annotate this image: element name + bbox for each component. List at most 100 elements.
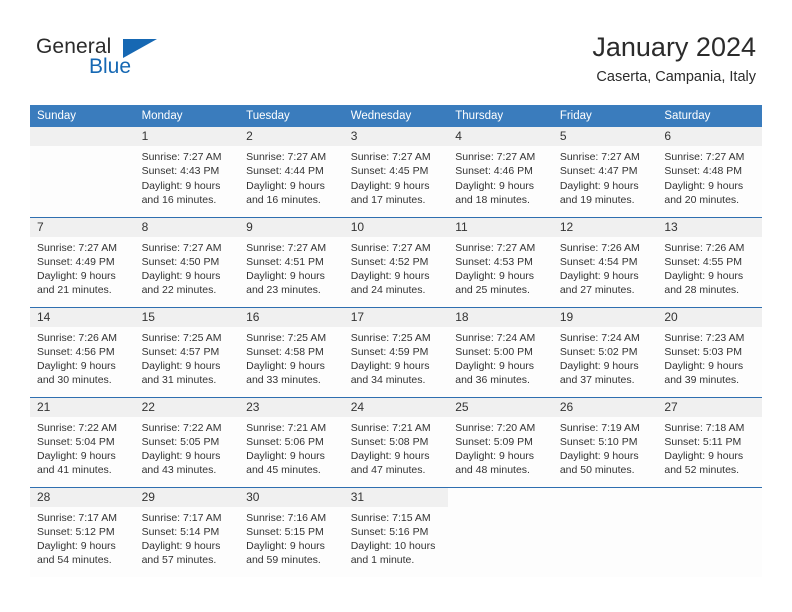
calendar-week-row: 7 Sunrise: 7:27 AM Sunset: 4:49 PM Daylight… [30, 216, 762, 307]
day-info: Sunrise: 7:27 AM Sunset: 4:47 PM Daylight:… [553, 146, 658, 207]
calendar-day-cell[interactable]: 25 Sunrise: 7:20 AM Sunset: 5:09 PM Dayligh… [448, 396, 553, 487]
calendar-day-cell[interactable]: 16 Sunrise: 7:25 AM Sunset: 4:58 PM Dayligh… [239, 306, 344, 397]
day-info: Sunrise: 7:24 AM Sunset: 5:00 PM Daylight:… [448, 327, 553, 388]
day-info-sunset: Sunset: 5:14 PM [141, 525, 220, 538]
day-info-daylight1: Daylight: 10 hours [350, 540, 436, 553]
calendar-day-cell[interactable]: 13 Sunrise: 7:26 AM Sunset: 4:55 PM Dayligh… [657, 216, 762, 307]
calendar-day-cell[interactable]: 17 Sunrise: 7:25 AM Sunset: 4:59 PM Dayligh… [343, 306, 449, 397]
calendar-day-cell[interactable]: 23 Sunrise: 7:21 AM Sunset: 5:06 PM Dayligh… [239, 396, 344, 487]
calendar-day-cell[interactable]: 31 Sunrise: 7:15 AM Sunset: 5:16 PM Dayligh… [343, 486, 449, 577]
calendar-day-cell[interactable]: 28 Sunrise: 7:17 AM Sunset: 5:12 PM Dayligh… [30, 486, 135, 577]
title-block: January 2024 Caserta, Campania, Italy [592, 30, 756, 87]
calendar-day-cell[interactable]: 21 Sunrise: 7:22 AM Sunset: 5:04 PM Dayligh… [30, 396, 135, 487]
calendar-day-cell[interactable]: 14 Sunrise: 7:26 AM Sunset: 4:56 PM Dayligh… [30, 306, 135, 397]
day-info-sunrise: Sunrise: 7:19 AM [559, 421, 640, 434]
day-number: 10 [343, 217, 449, 237]
day-info: Sunrise: 7:27 AM Sunset: 4:48 PM Daylight:… [657, 146, 762, 207]
general-blue-logo[interactable]: General Blue [36, 36, 157, 82]
day-info: Sunrise: 7:22 AM Sunset: 5:05 PM Daylight:… [135, 417, 240, 478]
day-info: Sunrise: 7:27 AM Sunset: 4:50 PM Daylight:… [135, 237, 240, 298]
day-info-daylight2: and 59 minutes. [246, 554, 321, 567]
day-info-sunrise: Sunrise: 7:17 AM [141, 511, 222, 524]
calendar-grid-container: Sunday Monday Tuesday Wednesday Thursday Frid… [30, 105, 762, 577]
calendar-day-cell[interactable]: 8 Sunrise: 7:27 AM Sunset: 4:50 PM Daylight… [134, 216, 240, 307]
calendar-day-cell[interactable]: 19 Sunrise: 7:24 AM Sunset: 5:02 PM Dayligh… [552, 306, 658, 397]
calendar-day-cell[interactable]: 10 Sunrise: 7:27 AM Sunset: 4:52 PM Dayligh… [343, 216, 449, 307]
day-info-daylight1: Daylight: 9 hours [664, 179, 744, 192]
day-number: 29 [134, 487, 240, 507]
day-info-sunrise: Sunrise: 7:27 AM [350, 151, 431, 163]
day-info-daylight2: and 28 minutes. [664, 284, 740, 297]
day-info-daylight2: and 1 minute. [350, 554, 415, 567]
day-number: 24 [343, 397, 449, 417]
day-info-daylight1: Daylight: 9 hours [455, 360, 535, 373]
day-info-sunset: Sunset: 4:49 PM [37, 255, 115, 268]
calendar-day-cell[interactable]: 12 Sunrise: 7:26 AM Sunset: 4:54 PM Dayligh… [552, 216, 658, 307]
calendar-day-cell[interactable]: 4 Sunrise: 7:27 AM Sunset: 4:46 PM Daylight… [448, 127, 553, 217]
day-info-daylight1: Daylight: 9 hours [246, 270, 325, 283]
calendar-day-cell[interactable]: 20 Sunrise: 7:23 AM Sunset: 5:03 PM Dayligh… [657, 306, 762, 397]
day-info-daylight1: Daylight: 9 hours [141, 450, 221, 463]
day-info-daylight1: Daylight: 9 hours [350, 179, 430, 192]
day-info-daylight2: and 17 minutes. [350, 193, 426, 206]
day-info-sunset: Sunset: 4:44 PM [246, 165, 324, 178]
page-header: General Blue January 2024 Caserta, Campa… [0, 0, 792, 85]
day-info-daylight1: Daylight: 9 hours [350, 270, 430, 283]
day-info-sunset: Sunset: 4:52 PM [350, 255, 429, 268]
calendar-day-cell[interactable]: 26 Sunrise: 7:19 AM Sunset: 5:10 PM Dayligh… [552, 396, 658, 487]
weekday-header-saturday: Saturday [657, 105, 762, 127]
day-info-sunset: Sunset: 4:47 PM [559, 165, 638, 178]
day-info-sunrise: Sunrise: 7:23 AM [664, 331, 745, 344]
calendar-cell-empty [448, 486, 553, 577]
calendar-day-cell[interactable]: 3 Sunrise: 7:27 AM Sunset: 4:45 PM Daylight… [343, 127, 449, 217]
calendar-day-cell[interactable]: 11 Sunrise: 7:27 AM Sunset: 4:53 PM Dayligh… [448, 216, 553, 307]
day-info-sunrise: Sunrise: 7:22 AM [141, 421, 222, 434]
day-info-sunrise: Sunrise: 7:27 AM [141, 151, 222, 163]
day-number: 3 [343, 127, 449, 146]
calendar-day-cell[interactable]: 7 Sunrise: 7:27 AM Sunset: 4:49 PM Daylight… [30, 216, 135, 307]
day-info-sunrise: Sunrise: 7:16 AM [246, 511, 327, 524]
day-number: 31 [343, 487, 449, 507]
day-info-daylight1: Daylight: 9 hours [141, 179, 221, 192]
day-info-daylight1: Daylight: 9 hours [559, 450, 639, 463]
day-info-sunset: Sunset: 4:45 PM [350, 165, 429, 178]
calendar-day-cell[interactable]: 29 Sunrise: 7:17 AM Sunset: 5:14 PM Dayligh… [134, 486, 240, 577]
day-number: 19 [552, 307, 658, 327]
calendar-day-cell[interactable]: 6 Sunrise: 7:27 AM Sunset: 4:48 PM Daylight… [657, 127, 762, 217]
day-info: Sunrise: 7:16 AM Sunset: 5:15 PM Daylight:… [239, 507, 344, 568]
day-info-daylight1: Daylight: 9 hours [559, 360, 639, 373]
day-info-sunrise: Sunrise: 7:25 AM [350, 331, 431, 344]
day-number: 28 [30, 487, 135, 507]
day-info-daylight1: Daylight: 9 hours [559, 179, 639, 192]
day-info: Sunrise: 7:27 AM Sunset: 4:53 PM Daylight:… [448, 237, 553, 298]
calendar-day-cell[interactable]: 2 Sunrise: 7:27 AM Sunset: 4:44 PM Daylight… [239, 127, 344, 217]
day-info-sunset: Sunset: 5:04 PM [37, 435, 115, 448]
calendar-week-row: 14 Sunrise: 7:26 AM Sunset: 4:56 PM Dayligh… [30, 306, 762, 397]
calendar-day-cell[interactable]: 18 Sunrise: 7:24 AM Sunset: 5:00 PM Dayligh… [448, 306, 553, 397]
calendar-day-cell[interactable]: 24 Sunrise: 7:21 AM Sunset: 5:08 PM Dayligh… [343, 396, 449, 487]
day-info-daylight2: and 22 minutes. [141, 284, 217, 297]
day-info-sunset: Sunset: 5:15 PM [246, 525, 324, 538]
calendar-day-cell[interactable]: 5 Sunrise: 7:27 AM Sunset: 4:47 PM Daylight… [552, 127, 658, 217]
day-info-daylight2: and 16 minutes. [246, 193, 321, 206]
calendar-day-cell[interactable]: 22 Sunrise: 7:22 AM Sunset: 5:05 PM Dayligh… [134, 396, 240, 487]
day-info-daylight1: Daylight: 9 hours [141, 270, 221, 283]
day-info-sunrise: Sunrise: 7:27 AM [664, 151, 745, 163]
day-info-daylight2: and 47 minutes. [350, 464, 426, 477]
day-info-daylight2: and 36 minutes. [455, 374, 530, 387]
day-info-daylight1: Daylight: 9 hours [455, 179, 535, 192]
day-info-daylight1: Daylight: 9 hours [559, 270, 639, 283]
calendar-day-cell[interactable]: 27 Sunrise: 7:18 AM Sunset: 5:11 PM Dayligh… [657, 396, 762, 487]
calendar-day-cell[interactable]: 30 Sunrise: 7:16 AM Sunset: 5:15 PM Dayligh… [239, 486, 344, 577]
calendar-day-cell[interactable]: 1 Sunrise: 7:27 AM Sunset: 4:43 PM Daylight… [134, 127, 240, 217]
day-info: Sunrise: 7:18 AM Sunset: 5:11 PM Daylight:… [657, 417, 762, 478]
day-info-daylight1: Daylight: 9 hours [37, 360, 116, 373]
calendar-day-cell[interactable]: 15 Sunrise: 7:25 AM Sunset: 4:57 PM Dayligh… [134, 306, 240, 397]
calendar-day-cell[interactable]: 9 Sunrise: 7:27 AM Sunset: 4:51 PM Daylight… [239, 216, 344, 307]
weekday-header-thursday: Thursday [448, 105, 553, 127]
day-info-daylight2: and 54 minutes. [37, 554, 112, 567]
day-info-daylight1: Daylight: 9 hours [664, 360, 744, 373]
day-number: 21 [30, 397, 135, 417]
day-info-daylight2: and 18 minutes. [455, 193, 530, 206]
day-info-sunrise: Sunrise: 7:22 AM [37, 421, 117, 434]
